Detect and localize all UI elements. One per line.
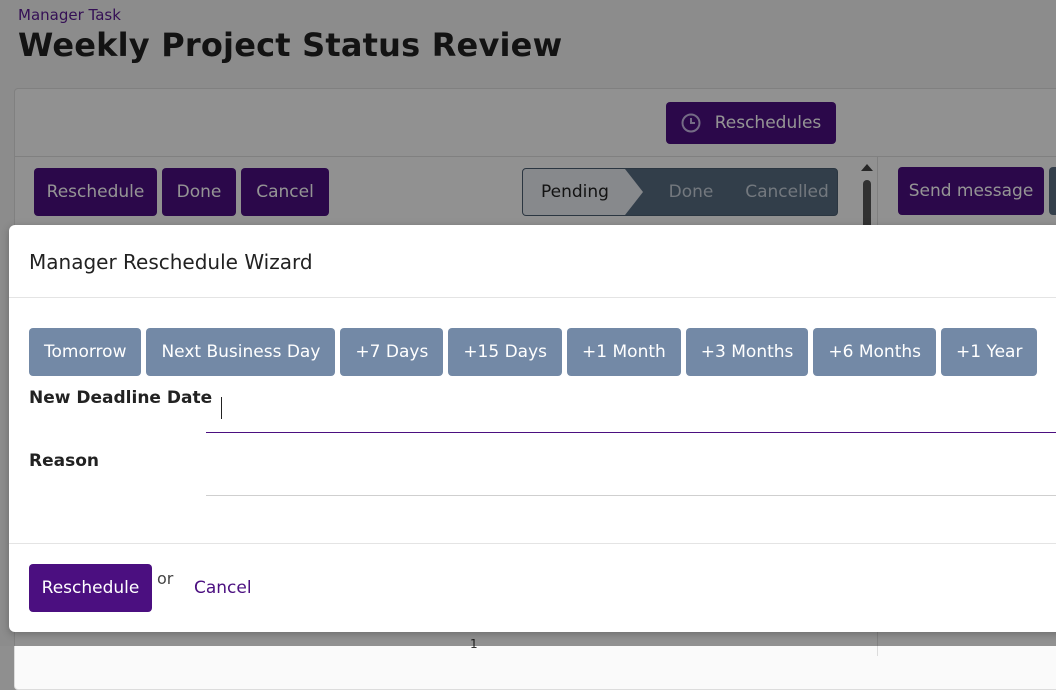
modal-footer-divider: [9, 543, 1056, 544]
quick-6-months-button[interactable]: +6 Months: [813, 328, 936, 376]
text-caret: [221, 397, 222, 419]
quick-1-month-button[interactable]: +1 Month: [567, 328, 681, 376]
deadline-date-input[interactable]: [206, 389, 1056, 433]
or-text: or: [157, 569, 174, 588]
reason-input[interactable]: [206, 452, 1056, 496]
reschedule-wizard-dialog: Manager Reschedule Wizard Tomorrow Next …: [9, 225, 1056, 632]
cancel-link[interactable]: Cancel: [194, 578, 252, 598]
deadline-label: New Deadline Date: [29, 388, 213, 408]
quick-7-days-button[interactable]: +7 Days: [340, 328, 444, 376]
quick-3-months-button[interactable]: +3 Months: [685, 328, 809, 376]
quick-next-business-day-button[interactable]: Next Business Day: [146, 328, 336, 376]
quick-tomorrow-button[interactable]: Tomorrow: [29, 328, 142, 376]
quick-15-days-button[interactable]: +15 Days: [448, 328, 563, 376]
quick-1-year-button[interactable]: +1 Year: [941, 328, 1038, 376]
modal-header: Manager Reschedule Wizard: [9, 225, 1056, 298]
reason-label: Reason: [29, 451, 99, 471]
modal-title: Manager Reschedule Wizard: [29, 250, 313, 274]
quick-date-options: Tomorrow Next Business Day +7 Days +15 D…: [29, 328, 1038, 376]
submit-reschedule-button[interactable]: Reschedule: [29, 564, 152, 612]
